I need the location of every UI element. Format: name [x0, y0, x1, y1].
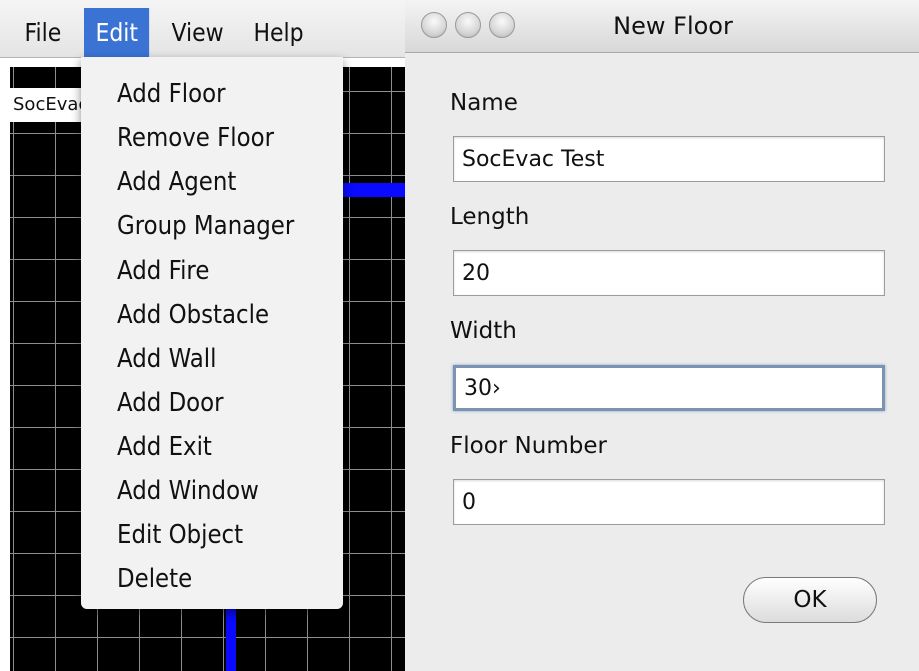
menu-item-add-window[interactable]: Add Window — [117, 470, 259, 512]
menu-item-add-door[interactable]: Add Door — [117, 382, 224, 424]
menu-item-group-manager[interactable]: Group Manager — [117, 205, 294, 247]
edit-menu-dropdown: Add Floor Remove Floor Add Agent Group M… — [81, 57, 343, 609]
width-field[interactable] — [453, 365, 885, 411]
menu-view[interactable]: View — [160, 8, 235, 57]
dialog-title: New Floor — [613, 12, 733, 40]
menu-item-add-exit[interactable]: Add Exit — [117, 426, 212, 468]
menu-bar: File Edit View Help — [0, 0, 405, 58]
floor-number-field[interactable] — [453, 479, 885, 525]
wall-segment[interactable] — [342, 183, 405, 197]
menu-item-add-agent[interactable]: Add Agent — [117, 161, 236, 203]
menu-edit[interactable]: Edit — [84, 8, 150, 57]
menu-item-edit-object[interactable]: Edit Object — [117, 514, 243, 556]
new-floor-dialog: New Floor Name Length Width Floor Number… — [405, 0, 919, 671]
ok-button[interactable]: OK — [743, 577, 877, 623]
menu-item-add-fire[interactable]: Add Fire — [117, 250, 209, 292]
app-window: File Edit View Help SocEvacT Add Floor R… — [0, 0, 405, 671]
menu-item-remove-floor[interactable]: Remove Floor — [117, 117, 274, 159]
menu-item-add-obstacle[interactable]: Add Obstacle — [117, 294, 269, 336]
menu-item-delete[interactable]: Delete — [117, 558, 192, 600]
name-field[interactable] — [453, 136, 885, 182]
width-label: Width — [450, 318, 517, 344]
floor-name-label: SocEvacT — [10, 88, 89, 122]
floor-number-label: Floor Number — [450, 433, 607, 459]
name-label: Name — [450, 90, 518, 116]
menu-file[interactable]: File — [13, 8, 73, 57]
menu-item-add-wall[interactable]: Add Wall — [117, 338, 216, 380]
dialog-titlebar[interactable]: New Floor — [405, 0, 919, 53]
length-label: Length — [450, 204, 530, 230]
menu-help[interactable]: Help — [242, 8, 315, 57]
wall-segment[interactable] — [226, 600, 236, 671]
menu-item-add-floor[interactable]: Add Floor — [117, 73, 226, 115]
length-field[interactable] — [453, 250, 885, 296]
